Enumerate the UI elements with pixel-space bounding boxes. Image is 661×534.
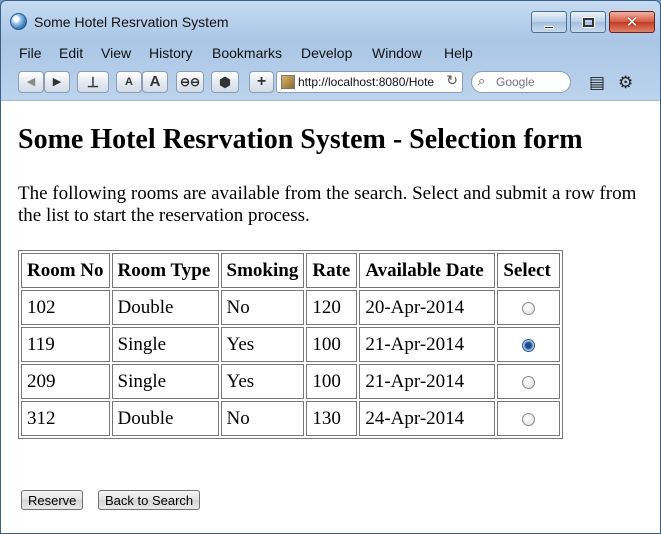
add-tab-button[interactable]: +	[249, 71, 274, 93]
bookmark-tray-icon: ⊥	[86, 74, 100, 90]
rate: 130	[306, 401, 358, 436]
plus-icon: +	[256, 73, 267, 90]
rate: 120	[306, 290, 358, 325]
text-small-label: A	[125, 76, 133, 88]
reserve-button[interactable]: Reserve	[21, 490, 84, 510]
browser-window: Some Hotel Resrvation System ✕ File Edit…	[0, 0, 661, 534]
address-text[interactable]: http://localhost:8080/Hote	[298, 75, 440, 89]
column-header: Smoking	[220, 253, 305, 288]
room-type: Double	[111, 401, 219, 436]
select-radio[interactable]	[522, 412, 536, 426]
close-button[interactable]: ✕	[609, 11, 655, 33]
page-content: Some Hotel Resrvation System - Selection…	[1, 100, 660, 533]
search-input[interactable]	[496, 74, 568, 90]
page-menu-icon[interactable]: ▤	[589, 73, 605, 93]
rate: 100	[306, 327, 358, 362]
smoking: No	[220, 290, 305, 325]
smoking: Yes	[220, 364, 305, 399]
safari-app-icon	[10, 13, 27, 30]
forward-button[interactable]: ▶	[44, 71, 70, 93]
minimize-icon	[544, 26, 554, 29]
favicon-icon	[281, 75, 295, 89]
stop-button[interactable]: ⬢	[211, 71, 239, 93]
page-title: Some Hotel Resrvation System - Selection…	[18, 124, 583, 155]
table-row: 119 Single Yes 100 21-Apr-2014	[21, 327, 561, 362]
available-date: 24-Apr-2014	[359, 401, 496, 436]
menu-bookmarks[interactable]: Bookmarks	[212, 45, 282, 61]
menu-develop[interactable]: Develop	[301, 45, 352, 61]
column-header: Rate	[306, 253, 358, 288]
search-icon: ⌕	[478, 74, 486, 89]
text-large-label: A	[149, 73, 161, 90]
table-header-row: Room No Room Type Smoking Rate Available…	[21, 253, 561, 288]
select-radio[interactable]	[522, 301, 536, 315]
intro-text: The following rooms are available from t…	[18, 183, 637, 226]
menu-help[interactable]: Help	[444, 45, 473, 61]
title-bar: Some Hotel Resrvation System ✕	[1, 1, 660, 39]
menu-edit[interactable]: Edit	[59, 45, 83, 61]
menu-view[interactable]: View	[101, 45, 131, 61]
back-button[interactable]: ◀	[18, 71, 44, 93]
column-header: Available Date	[359, 253, 496, 288]
available-date: 21-Apr-2014	[359, 327, 496, 362]
column-header: Select	[497, 253, 561, 288]
window-title: Some Hotel Resrvation System	[34, 14, 229, 30]
select-radio[interactable]	[522, 375, 536, 389]
room-type: Single	[111, 327, 219, 362]
column-header: Room Type	[111, 253, 219, 288]
room-type: Double	[111, 290, 219, 325]
room-number: 102	[21, 290, 110, 325]
menu-file[interactable]: File	[19, 45, 42, 61]
search-box[interactable]: ⌕	[471, 71, 571, 93]
select-cell	[497, 290, 561, 325]
menu-window[interactable]: Window	[372, 45, 422, 61]
room-number: 119	[21, 327, 110, 362]
menu-bar: File Edit View History Bookmarks Develop…	[1, 42, 660, 64]
navigation-toolbar: ◀ ▶ ⊥ A A ⊖⊖ ⬢ + http://localhost:8080/H…	[1, 67, 660, 97]
close-icon: ✕	[625, 13, 639, 31]
maximize-icon	[581, 17, 595, 28]
table-row: 209 Single Yes 100 21-Apr-2014	[21, 364, 561, 399]
back-to-search-button[interactable]: Back to Search	[98, 490, 201, 510]
menu-history[interactable]: History	[149, 45, 193, 61]
table-row: 102 Double No 120 20-Apr-2014	[21, 290, 561, 325]
select-cell	[497, 364, 561, 399]
text-smaller-button[interactable]: A	[116, 71, 142, 93]
table-row: 312 Double No 130 24-Apr-2014	[21, 401, 561, 436]
room-number: 312	[21, 401, 110, 436]
glasses-icon: ⊖⊖	[179, 75, 201, 89]
snippet-button[interactable]: ⊖⊖	[176, 71, 204, 93]
select-radio[interactable]	[522, 338, 536, 352]
gear-icon[interactable]: ⚙	[618, 73, 633, 93]
select-cell	[497, 401, 561, 436]
smoking: No	[220, 401, 305, 436]
column-header: Room No	[21, 253, 110, 288]
available-date: 21-Apr-2014	[359, 364, 496, 399]
maximize-button[interactable]	[570, 11, 606, 33]
forward-icon: ▶	[52, 76, 62, 88]
available-date: 20-Apr-2014	[359, 290, 496, 325]
add-bookmark-button[interactable]: ⊥	[77, 71, 109, 93]
select-cell	[497, 327, 561, 362]
text-larger-button[interactable]: A	[142, 71, 168, 93]
rate: 100	[306, 364, 358, 399]
back-icon: ◀	[26, 76, 36, 88]
room-number: 209	[21, 364, 110, 399]
smoking: Yes	[220, 327, 305, 362]
room-type: Single	[111, 364, 219, 399]
address-bar[interactable]: http://localhost:8080/Hote ↻	[276, 71, 463, 93]
minimize-button[interactable]	[531, 11, 567, 33]
stop-hand-icon: ⬢	[218, 74, 232, 90]
rooms-table: Room No Room Type Smoking Rate Available…	[18, 250, 564, 439]
reload-icon[interactable]: ↻	[446, 73, 458, 89]
